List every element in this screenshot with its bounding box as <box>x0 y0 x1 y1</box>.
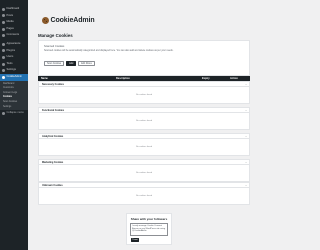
user-icon <box>2 55 5 59</box>
share-textarea[interactable]: I easily manage Cookie Consent Banner on… <box>130 223 168 236</box>
sidebar-item-pages[interactable]: Pages <box>0 26 28 33</box>
tweet-button[interactable]: Tweet <box>131 238 139 242</box>
column-expiry: Expiry <box>202 77 210 81</box>
sidebar-item-comments[interactable]: Comments <box>0 32 28 39</box>
edit-rules-button[interactable]: Edit Rules <box>78 61 95 66</box>
page-icon <box>2 27 5 31</box>
logo-text: CookieAdmin <box>50 17 95 24</box>
scanned-cookies-description: Scanned cookies will be automatically ca… <box>44 50 174 52</box>
category-unknown: Unknown Cookies ⌄ No cookies found <box>38 182 250 205</box>
sidebar-item-users[interactable]: Users <box>0 54 28 61</box>
cookie-icon <box>42 17 49 24</box>
scanned-cookies-title: Scanned Cookies <box>44 45 65 48</box>
chevron-down-icon[interactable]: ⌄ <box>245 184 247 187</box>
category-necessary: Necessary Cookies ⌄ No cookies found <box>38 81 250 104</box>
chevron-down-icon[interactable]: ⌄ <box>245 83 247 86</box>
sidebar-item-settings[interactable]: Settings <box>0 67 28 74</box>
empty-message: No cookies found <box>135 119 153 122</box>
cookie-actions: Scan Cookies Add Edit Rules <box>44 61 95 66</box>
category-analytical: Analytical Cookies ⌄ No cookies found <box>38 133 250 156</box>
main-content: CookieAdmin Manage Cookies Scanned Cooki… <box>28 0 250 250</box>
category-functional: Functional Cookies ⌄ No cookies found <box>38 107 250 130</box>
page-title: Manage Cookies <box>38 33 73 38</box>
empty-message: No cookies found <box>135 93 153 96</box>
share-card: Share with your followers I easily manag… <box>126 213 172 245</box>
dashboard-icon <box>2 7 5 11</box>
scanned-cookies-card: Scanned Cookies Scanned cookies will be … <box>38 40 250 76</box>
sidebar-item-tools[interactable]: Tools <box>0 61 28 68</box>
pin-icon <box>2 14 5 18</box>
sidebar-item-media[interactable]: Media <box>0 19 28 26</box>
column-description: Description <box>116 77 130 81</box>
empty-message: No cookies found <box>135 171 153 174</box>
share-title: Share with your followers <box>130 217 168 221</box>
cookieadmin-logo: CookieAdmin <box>42 17 95 24</box>
media-icon <box>2 20 5 24</box>
collapse-icon <box>2 111 5 115</box>
brush-icon <box>2 42 5 46</box>
settings-icon <box>2 69 5 73</box>
chevron-down-icon[interactable]: ⌄ <box>245 135 247 138</box>
collapse-menu-button[interactable]: Collapse menu <box>0 110 28 117</box>
plugin-icon <box>2 49 5 53</box>
sidebar-item-cookieadmin[interactable]: CookieAdmin <box>0 73 28 81</box>
chevron-down-icon[interactable]: ⌄ <box>245 109 247 112</box>
column-name: Name <box>41 77 48 81</box>
cookie-icon <box>2 75 5 79</box>
sidebar-item-dashboard[interactable]: Dashboard <box>0 6 28 13</box>
sidebar-item-posts[interactable]: Posts <box>0 13 28 20</box>
empty-message: No cookies found <box>135 145 153 148</box>
sidebar-item-plugins[interactable]: Plugins <box>0 48 28 55</box>
category-marketing: Marketing Cookies ⌄ No cookies found <box>38 159 250 182</box>
sidebar-item-appearance[interactable]: Appearance <box>0 41 28 48</box>
scan-cookies-button[interactable]: Scan Cookies <box>44 61 65 66</box>
empty-message: No cookies found <box>135 194 153 197</box>
admin-sidebar: Dashboard Posts Media Pages Comments App… <box>0 0 28 250</box>
wrench-icon <box>2 62 5 66</box>
chevron-down-icon[interactable]: ⌄ <box>245 161 247 164</box>
cookieadmin-submenu: Dashboard Customize Consent Logs Cookies… <box>0 80 28 111</box>
column-action: Action <box>230 77 238 81</box>
submenu-settings[interactable]: Settings <box>0 105 28 110</box>
comment-icon <box>2 34 5 38</box>
add-cookie-button[interactable]: Add <box>66 61 77 66</box>
